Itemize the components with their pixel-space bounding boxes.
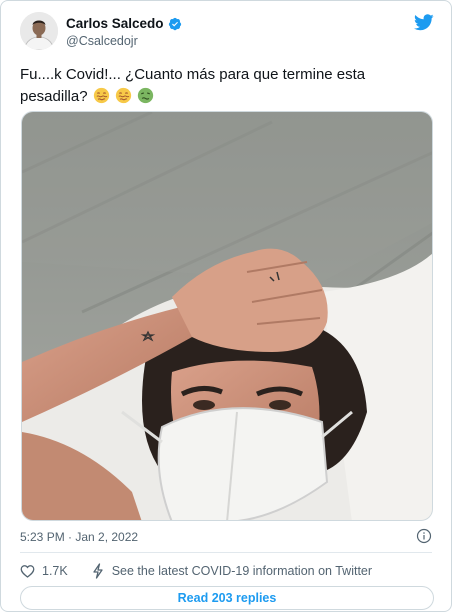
- divider: [20, 552, 432, 553]
- tweet-timestamp[interactable]: 5:23 PM · Jan 2, 2022: [20, 530, 138, 544]
- embedded-tweet-card[interactable]: Carlos Salcedo @Csalcedojr Fu....k Covid…: [0, 0, 452, 612]
- tweet-actions: 1.7K See the latest COVID-19 information…: [20, 561, 434, 581]
- tweet-header: Carlos Salcedo @Csalcedojr: [20, 12, 434, 56]
- tweet-photo[interactable]: [21, 111, 433, 521]
- nauseated-face-icon: [137, 87, 154, 104]
- avatar[interactable]: [20, 12, 58, 50]
- tweet-text: Fu....k Covid!... ¿Cuanto más para que t…: [20, 64, 434, 108]
- like-count: 1.7K: [42, 564, 68, 578]
- author-info: Carlos Salcedo @Csalcedojr: [66, 16, 182, 48]
- like-button[interactable]: 1.7K: [20, 564, 68, 578]
- author-name[interactable]: Carlos Salcedo: [66, 16, 164, 31]
- verified-badge-icon: [168, 17, 181, 30]
- tweet-body: Fu....k Covid!... ¿Cuanto más para que t…: [20, 66, 366, 105]
- heart-icon: [20, 565, 35, 578]
- read-replies-button[interactable]: Read 203 replies: [20, 586, 434, 610]
- face-with-steam-hot-icon: [93, 87, 109, 104]
- info-icon[interactable]: [416, 528, 432, 544]
- covid-info-link[interactable]: See the latest COVID-19 information on T…: [92, 563, 372, 579]
- covid-info-text: See the latest COVID-19 information on T…: [111, 564, 373, 578]
- twitter-bird-icon[interactable]: [414, 14, 434, 31]
- author-handle[interactable]: @Csalcedojr: [66, 34, 182, 48]
- face-with-steam-hot-icon: [115, 87, 132, 104]
- lightning-bolt-icon: [93, 563, 103, 579]
